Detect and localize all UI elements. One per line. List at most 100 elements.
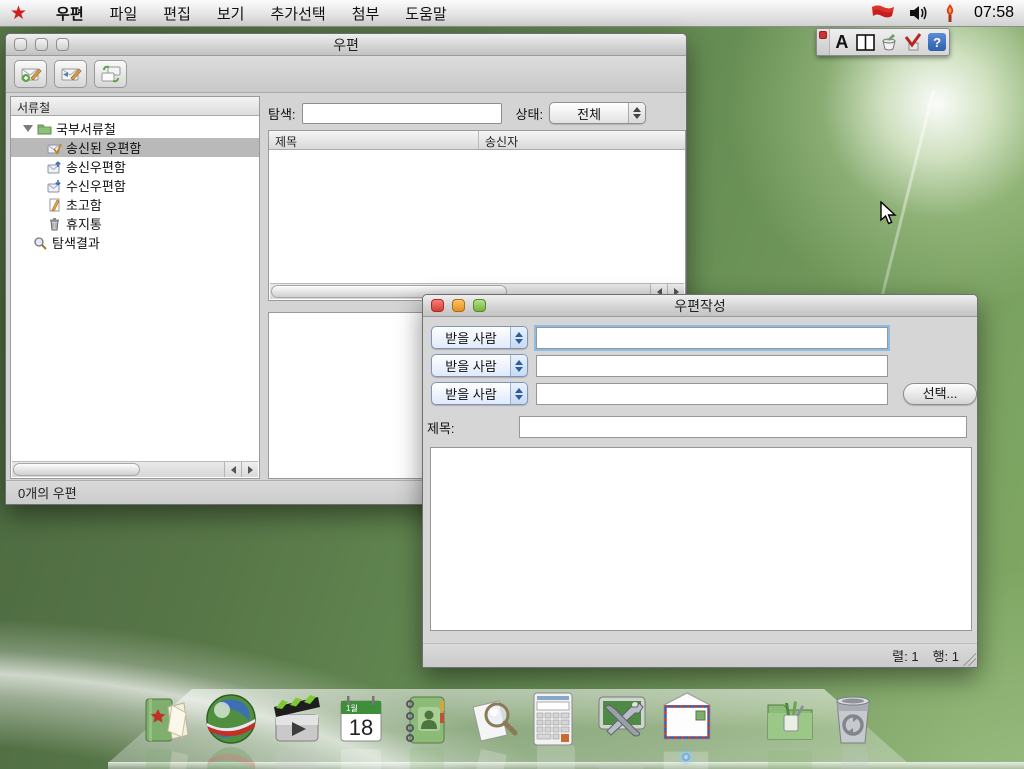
system-tray: 07:58 [870,3,1014,23]
recipient-input-3[interactable] [536,383,888,405]
recipient-type-value: 받을 사람 [432,384,510,403]
menu-view[interactable]: 보기 [204,0,258,27]
state-select[interactable]: 전체 [549,102,646,124]
palette-close-icon[interactable] [819,31,827,39]
tree-item-trash[interactable]: 휴지통 [11,214,259,233]
recipient-type-select-1[interactable]: 받을 사람 [431,326,528,349]
dock-item-calculator[interactable] [528,691,584,747]
tree-item-inbox[interactable]: 수신우편함 [11,176,259,195]
menu-edit[interactable]: 편집 [150,0,204,27]
dock-item-system-tools[interactable] [593,691,649,747]
recipient-type-select-3[interactable]: 받을 사람 [431,382,528,405]
search-row: 탐색: 상태: 전체 [268,100,684,126]
dock-separator [723,737,753,747]
recipient-type-value: 받을 사람 [432,356,510,375]
menu-attach[interactable]: 첨부 [339,0,393,27]
expander-icon[interactable] [23,125,33,132]
red-star-logo-icon[interactable]: ★ [10,4,27,23]
resize-grip[interactable] [963,653,976,666]
dock-item-calendar[interactable]: 1월 18 [333,691,389,747]
recipient-type-value: 받을 사람 [432,328,510,347]
subject-label: 제목: [427,418,455,437]
recipient-row-1: 받을 사람 [431,326,888,349]
menu-mail[interactable]: 우편 [43,0,97,27]
scroll-left-button[interactable] [224,462,241,477]
dock-item-mail[interactable] [658,691,714,747]
tree-item-label: 송신우편함 [66,157,126,176]
drafts-icon [47,198,62,212]
dock-item-media-player[interactable] [268,691,324,747]
tree-item-sent-mailbox[interactable]: 송신된 우편함 [11,138,259,157]
search-input[interactable] [302,103,502,124]
message-body-editor[interactable] [430,447,972,631]
select-recipient-button[interactable]: 선택... [903,383,977,405]
dock-item-trash[interactable] [827,691,883,747]
recipient-type-select-2[interactable]: 받을 사람 [431,354,528,377]
tree-item-label: 휴지통 [66,214,102,233]
sidebar-header[interactable]: 서류철 [11,97,259,116]
outbox-icon [47,160,62,174]
compose-mail-icon [20,65,42,83]
flag-icon[interactable] [870,4,896,22]
tree-item-local-folders[interactable]: 국부서류철 [11,119,259,138]
compose-window-titlebar[interactable]: 우편작성 [423,295,977,317]
media-player-icon [268,691,326,747]
mail-window-titlebar[interactable]: 우편 [6,34,686,56]
recipient-input-1[interactable] [536,327,888,349]
recipient-row-2: 받을 사람 [431,354,888,377]
spinner-arrows-icon [628,103,645,123]
help-tool-button[interactable]: ? [925,29,949,55]
tree-item-drafts[interactable]: 초고함 [11,195,259,214]
columns-tool-button[interactable] [854,29,878,55]
subject-input[interactable] [519,416,967,438]
sidebar-horizontal-scrollbar[interactable] [12,461,258,477]
spinner-arrows-icon [510,383,527,404]
torch-icon[interactable] [942,3,958,23]
menu-help[interactable]: 도움말 [392,0,459,27]
documents-book-icon [138,691,194,747]
ink-tool-button[interactable] [878,29,902,55]
dock-item-documents[interactable] [138,691,194,747]
reply-mail-icon [60,65,82,83]
palette-drag-handle[interactable] [817,29,830,55]
tree-item-search-results[interactable]: 탐색결과 [11,233,259,252]
calculator-icon [528,691,578,747]
compose-mail-button[interactable] [14,60,47,88]
compose-window: 우편작성 받을 사람 받을 사람 받을 사람 선택... 제목: [422,294,978,668]
tree-item-label: 수신우편함 [66,176,126,195]
dock-item-browser[interactable] [203,691,259,747]
arrow-right-icon [248,466,253,474]
state-label: 상태: [516,104,544,123]
column-sender[interactable]: 송신자 [479,131,685,149]
send-receive-icon [100,65,122,83]
trash-can-icon [827,691,879,747]
arrow-left-icon [231,466,236,474]
message-list: 제목 송신자 [268,130,686,301]
trash-icon [47,217,62,231]
spinner-arrows-icon [510,355,527,376]
message-list-body[interactable] [269,150,685,282]
recipient-input-2[interactable] [536,355,888,377]
dock-item-address-book[interactable] [398,691,454,747]
menu-file[interactable]: 파일 [97,0,151,27]
folder-sidebar: 서류철 국부서류철 송신된 우편함 [10,96,260,479]
dock-item-utilities[interactable] [762,691,818,747]
menu-extra[interactable]: 추가선택 [257,0,338,27]
tree-item-outbox[interactable]: 송신우편함 [11,157,259,176]
tree-item-label: 국부서류철 [56,119,116,138]
state-select-value: 전체 [550,104,628,123]
send-receive-button[interactable] [94,60,127,88]
scrollbar-thumb[interactable] [13,463,140,476]
check-tray-icon [903,33,923,51]
window-title: 우편 [6,35,686,55]
menu-bar: ★ 우편 파일 편집 보기 추가선택 첨부 도움말 07:58 [0,0,1024,27]
svg-text:18: 18 [349,715,373,740]
dock-item-search[interactable] [463,691,519,747]
reply-mail-button[interactable] [54,60,87,88]
speaker-icon[interactable] [908,4,930,22]
check-tool-button[interactable] [901,29,925,55]
scroll-right-button[interactable] [241,462,258,477]
dock: 1월 18 [0,677,1024,769]
font-tool-button[interactable]: A [830,29,854,55]
column-subject[interactable]: 제목 [269,131,479,149]
